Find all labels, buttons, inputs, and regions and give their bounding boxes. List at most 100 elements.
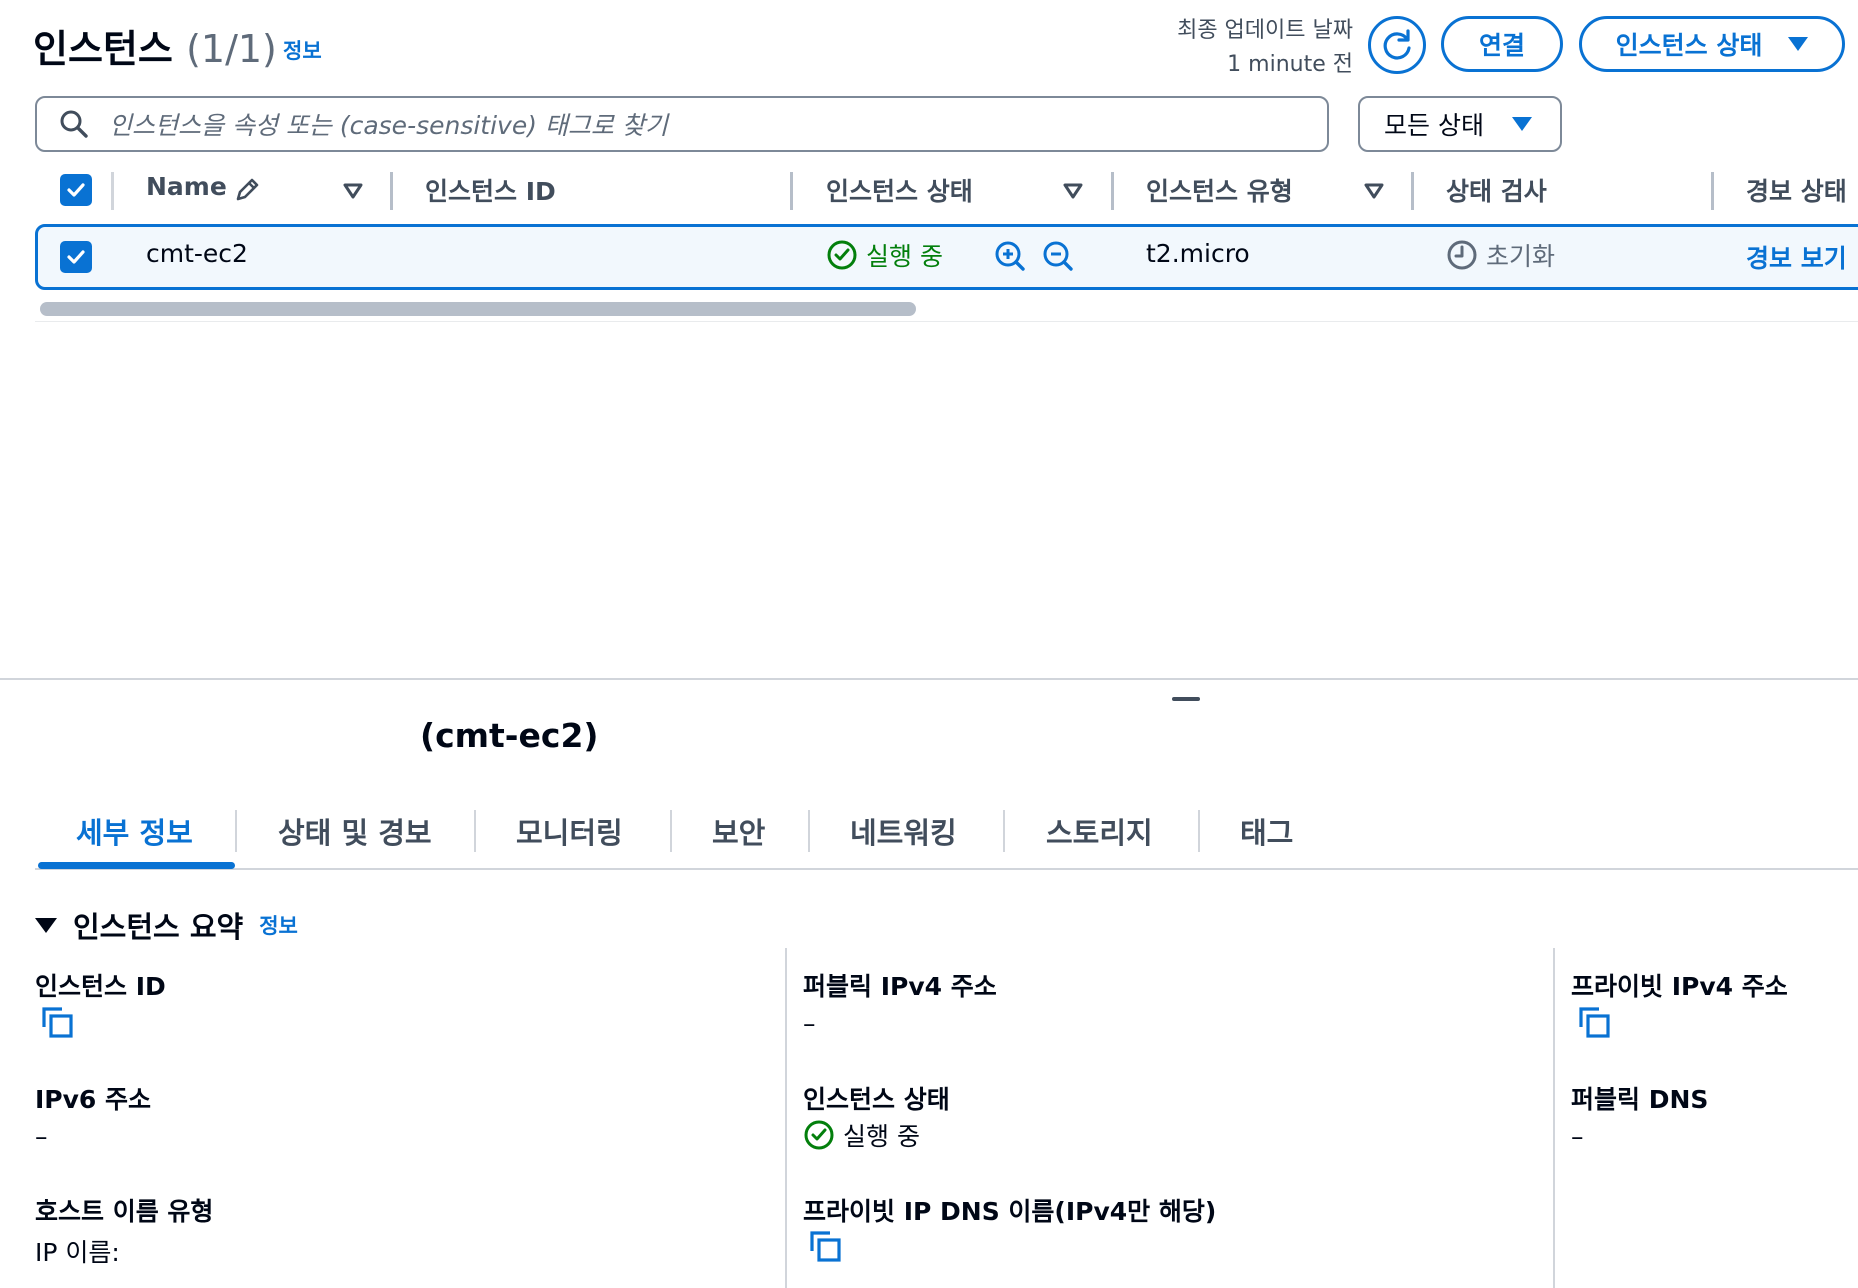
- hostname-type-value: IP 이름:: [35, 1238, 120, 1267]
- instance-state-value-label: 실행 중: [843, 1122, 920, 1151]
- tab-status-alarms[interactable]: 상태 및 경보: [278, 810, 432, 852]
- select-all-checkbox[interactable]: [60, 174, 92, 206]
- detail-title: (cmt-ec2): [420, 716, 599, 755]
- caret-down-icon: [1511, 117, 1532, 131]
- tab-separator: [670, 810, 672, 852]
- public-dns-value: –: [1571, 1122, 1584, 1151]
- public-ipv4-value: –: [803, 1009, 816, 1038]
- page-title-text: 인스턴스: [33, 27, 173, 71]
- table-row[interactable]: [35, 224, 1858, 290]
- sort-filter-icon[interactable]: [342, 182, 364, 200]
- hostname-type-label: 호스트 이름 유형: [35, 1197, 214, 1226]
- sort-filter-icon[interactable]: [1363, 182, 1385, 200]
- check-circle-icon: [827, 240, 857, 270]
- view-alarms-link[interactable]: 경보 보기: [1746, 239, 1847, 275]
- connect-button[interactable]: 연결: [1441, 16, 1563, 72]
- copy-icon[interactable]: [1577, 1005, 1613, 1041]
- column-resizer[interactable]: [1711, 172, 1714, 210]
- tab-separator: [1198, 810, 1200, 852]
- sort-filter-icon[interactable]: [1062, 182, 1084, 200]
- refresh-icon: [1383, 29, 1411, 60]
- copy-icon[interactable]: [808, 1229, 844, 1265]
- instance-state-label: 인스턴스 상태: [803, 1085, 950, 1114]
- column-header-alarm-status-label: 경보 상태: [1746, 177, 1847, 206]
- tab-separator: [808, 810, 810, 852]
- edit-pencil-icon: [236, 178, 259, 201]
- tab-networking[interactable]: 네트워킹: [850, 810, 957, 852]
- ipv6-label: IPv6 주소: [35, 1085, 152, 1114]
- split-panel-border: [0, 678, 1858, 680]
- tab-separator: [1003, 810, 1005, 852]
- column-header-instance-type-label: 인스턴스 유형: [1146, 177, 1293, 206]
- checkmark-icon: [67, 183, 85, 197]
- instance-id-label: 인스턴스 ID: [35, 972, 166, 1001]
- connect-button-label: 연결: [1478, 31, 1525, 60]
- column-header-alarm-status[interactable]: 경보 상태: [1746, 172, 1847, 208]
- column-header-status-check-label: 상태 검사: [1446, 177, 1547, 206]
- column-header-instance-id[interactable]: 인스턴스 ID: [425, 172, 556, 208]
- cell-instance-state-label: 실행 중: [866, 242, 943, 271]
- instance-count: (1/1): [186, 27, 277, 71]
- state-filter-select[interactable]: 모든 상태: [1358, 96, 1562, 152]
- column-resizer[interactable]: [390, 172, 393, 210]
- tab-monitoring[interactable]: 모니터링: [516, 810, 623, 852]
- checkmark-icon: [67, 250, 85, 264]
- public-ipv4-label: 퍼블릭 IPv4 주소: [803, 972, 997, 1001]
- zoom-out-icon[interactable]: [1042, 240, 1074, 272]
- column-resizer[interactable]: [1411, 172, 1414, 210]
- instance-state-dropdown[interactable]: 인스턴스 상태: [1579, 16, 1845, 72]
- column-resizer[interactable]: [1111, 172, 1114, 210]
- clock-icon: [1447, 240, 1477, 270]
- refresh-button[interactable]: [1368, 16, 1426, 74]
- info-link[interactable]: 정보: [283, 35, 322, 65]
- section-title: 인스턴스 요약: [73, 910, 244, 944]
- last-updated-value: 1 minute 전: [1227, 52, 1353, 77]
- column-header-instance-id-label: 인스턴스 ID: [425, 177, 556, 206]
- last-updated: 최종 업데이트 날짜 1 minute 전: [1177, 14, 1353, 82]
- private-ipv4-label: 프라이빗 IPv4 주소: [1571, 972, 1788, 1001]
- tab-security[interactable]: 보안: [712, 810, 765, 852]
- active-tab-indicator: [38, 862, 235, 869]
- column-resizer[interactable]: [790, 172, 793, 210]
- split-panel-drag-handle[interactable]: [1172, 697, 1200, 701]
- tab-storage[interactable]: 스토리지: [1046, 810, 1153, 852]
- search-icon: [60, 110, 88, 138]
- zoom-in-icon[interactable]: [994, 240, 1026, 272]
- private-dns-label: 프라이빗 IP DNS 이름(IPv4만 해당): [803, 1197, 1217, 1226]
- section-info-link[interactable]: 정보: [259, 910, 298, 940]
- cell-status-check-label: 초기화: [1486, 242, 1556, 271]
- column-header-instance-type[interactable]: 인스턴스 유형: [1146, 172, 1293, 208]
- last-updated-label: 최종 업데이트 날짜: [1177, 18, 1353, 43]
- column-header-name-label: Name: [146, 172, 227, 201]
- tab-separator: [474, 810, 476, 852]
- cell-name: cmt-ec2: [146, 239, 248, 268]
- ipv6-value: –: [35, 1122, 48, 1151]
- tab-details[interactable]: 세부 정보: [76, 810, 193, 852]
- caret-down-icon: [35, 917, 57, 933]
- state-filter-value: 모든 상태: [1384, 111, 1484, 140]
- tabs-baseline: [35, 868, 1858, 870]
- public-dns-label: 퍼블릭 DNS: [1571, 1085, 1709, 1114]
- column-header-instance-state[interactable]: 인스턴스 상태: [826, 172, 973, 208]
- copy-icon[interactable]: [40, 1005, 76, 1041]
- instance-state-value: 실행 중: [803, 1117, 920, 1153]
- cell-status-check: 초기화: [1446, 237, 1555, 273]
- tab-tags[interactable]: 태그: [1240, 810, 1293, 852]
- tab-separator: [235, 810, 237, 852]
- cell-instance-type: t2.micro: [1146, 239, 1250, 268]
- column-header-instance-state-label: 인스턴스 상태: [826, 177, 973, 206]
- search-input[interactable]: 인스턴스을 속성 또는 (case-sensitive) 태그로 찾기: [35, 96, 1329, 152]
- search-placeholder: 인스턴스을 속성 또는 (case-sensitive) 태그로 찾기: [109, 111, 668, 140]
- divider: [35, 321, 1858, 322]
- instance-summary-toggle[interactable]: 인스턴스 요약 정보: [35, 904, 298, 946]
- column-divider: [1553, 948, 1555, 1288]
- check-circle-icon: [804, 1120, 834, 1150]
- column-separator: [111, 172, 114, 210]
- horizontal-scrollbar[interactable]: [40, 302, 916, 316]
- row-checkbox[interactable]: [60, 241, 92, 273]
- column-header-status-check[interactable]: 상태 검사: [1446, 172, 1547, 208]
- column-header-name[interactable]: Name: [146, 172, 227, 201]
- caret-down-icon: [1788, 37, 1809, 51]
- page-title: 인스턴스 (1/1): [33, 18, 277, 73]
- cell-instance-state: 실행 중: [826, 237, 943, 273]
